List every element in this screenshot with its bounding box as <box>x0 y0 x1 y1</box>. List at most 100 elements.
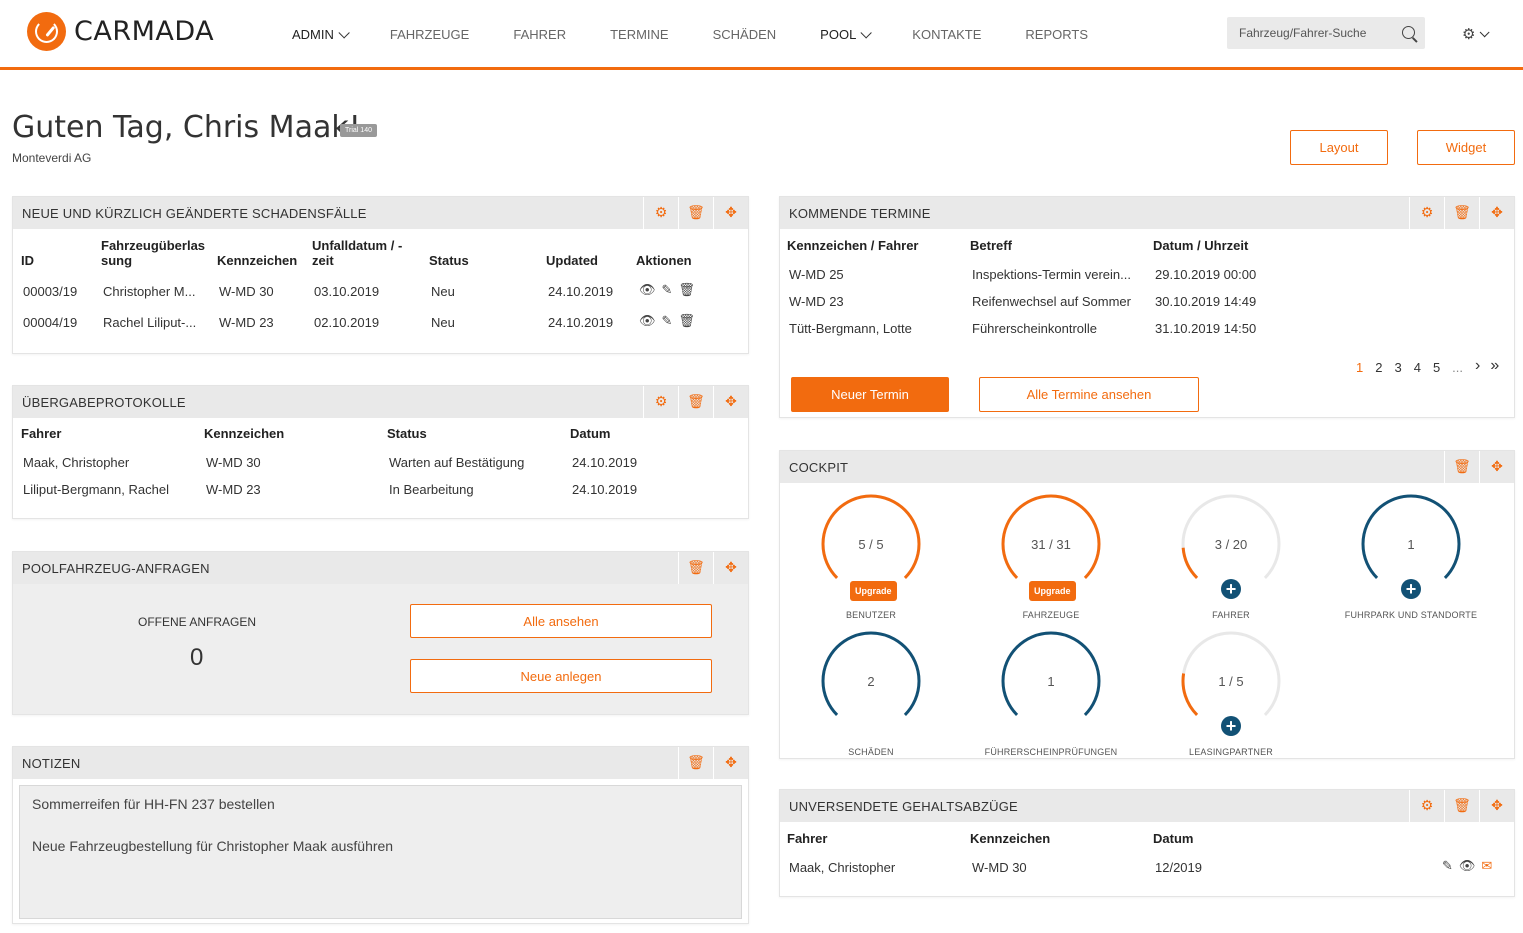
trash-icon[interactable]: 🗑 <box>678 386 713 418</box>
gear-icon[interactable]: ⚙ <box>643 386 678 418</box>
eye-icon[interactable]: 👁 <box>1459 859 1476 874</box>
open-requests-label: OFFENE ANFRAGEN <box>138 615 257 629</box>
widget-header: NOTIZEN 🗑 ✥ <box>13 747 748 779</box>
table-cell: W-MD 23 <box>789 294 844 309</box>
page-link[interactable]: 1 <box>1356 360 1363 375</box>
pencil-icon[interactable]: ✎ <box>662 283 673 298</box>
move-icon[interactable]: ✥ <box>713 197 748 229</box>
layout-button[interactable]: Layout <box>1290 130 1388 165</box>
nav-item-termine[interactable]: TERMINE <box>610 27 669 42</box>
table-cell: 02.10.2019 <box>314 315 380 330</box>
table-cell: 24.10.2019 <box>572 455 638 470</box>
last-page-icon[interactable]: » <box>1490 358 1499 375</box>
search-input[interactable] <box>1227 17 1387 49</box>
settings-menu[interactable]: ⚙ <box>1462 25 1491 43</box>
company-name: Monteverdi AG <box>12 151 92 165</box>
upgrade-button[interactable]: Upgrade <box>850 581 897 601</box>
widget-title: NEUE UND KÜRZLICH GEÄNDERTE SCHADENSFÄLL… <box>22 205 367 221</box>
nav-label: POOL <box>820 27 857 42</box>
gear-icon[interactable]: ⚙ <box>1409 197 1444 229</box>
open-requests-count: 0 <box>190 644 204 671</box>
page-link[interactable]: 3 <box>1394 360 1401 375</box>
widget-header: NEUE UND KÜRZLICH GEÄNDERTE SCHADENSFÄLL… <box>13 197 748 229</box>
new-appointment-button[interactable]: Neuer Termin <box>791 377 949 412</box>
gauge-label: FUHRPARK UND STANDORTE <box>1344 610 1478 620</box>
nav-item-fahrzeuge[interactable]: FAHRZEUGE <box>390 27 469 42</box>
add-driver-icon[interactable]: + <box>1221 579 1241 599</box>
move-icon[interactable]: ✥ <box>1479 197 1514 229</box>
eye-icon[interactable]: 👁 <box>639 314 656 329</box>
move-icon[interactable]: ✥ <box>713 386 748 418</box>
gear-icon[interactable]: ⚙ <box>643 197 678 229</box>
table-cell: W-MD 23 <box>219 315 274 330</box>
trial-badge: Trial 140 <box>340 124 377 137</box>
page-link[interactable]: 2 <box>1375 360 1382 375</box>
nav-item-pool[interactable]: POOL <box>820 26 873 42</box>
page-link[interactable]: 4 <box>1414 360 1421 375</box>
salary-deductions-widget: UNVERSENDETE GEHALTSABZÜGE ⚙ 🗑 ✥ Fahrer … <box>779 789 1515 897</box>
trash-icon[interactable]: 🗑 <box>678 197 713 229</box>
table-cell: W-MD 25 <box>789 267 844 282</box>
upgrade-button[interactable]: Upgrade <box>1029 581 1076 601</box>
trash-icon[interactable]: 🗑 <box>678 314 695 329</box>
table-cell: Maak, Christopher <box>23 455 130 470</box>
column-header: Status <box>429 253 469 268</box>
gauge-value: 2 <box>867 673 875 689</box>
search-icon[interactable] <box>1402 26 1415 39</box>
row-actions: ✎ 👁 ✉ <box>1442 859 1492 874</box>
next-page-icon[interactable]: › <box>1475 358 1480 375</box>
speedometer-icon <box>27 12 66 51</box>
gauge-label: LEASINGPARTNER <box>1189 747 1273 757</box>
trash-icon[interactable]: 🗑 <box>1444 197 1479 229</box>
mail-icon[interactable]: ✉ <box>1481 859 1492 874</box>
widget-header: ÜBERGABEPROTOKOLLE ⚙ 🗑 ✥ <box>13 386 748 418</box>
pencil-icon[interactable]: ✎ <box>662 314 673 329</box>
move-icon[interactable]: ✥ <box>713 747 748 779</box>
nav-item-fahrer[interactable]: FAHRER <box>513 27 566 42</box>
gear-icon[interactable]: ⚙ <box>1409 790 1444 822</box>
page-title: Guten Tag, Chris Maak! <box>12 110 361 145</box>
trash-icon[interactable]: 🗑 <box>678 747 713 779</box>
add-location-icon[interactable]: + <box>1401 579 1421 599</box>
notes-textarea[interactable]: Sommerreifen für HH-FN 237 bestellen Neu… <box>19 785 742 919</box>
trash-icon[interactable]: 🗑 <box>1444 451 1479 483</box>
nav-item-schaeden[interactable]: SCHÄDEN <box>713 27 777 42</box>
widget-header: KOMMENDE TERMINE ⚙ 🗑 ✥ <box>780 197 1514 229</box>
trash-icon[interactable]: 🗑 <box>678 283 695 298</box>
all-appointments-button[interactable]: Alle Termine ansehen <box>979 377 1199 412</box>
table-cell: Warten auf Bestätigung <box>389 455 525 470</box>
eye-icon[interactable]: 👁 <box>639 283 656 298</box>
create-new-button[interactable]: Neue anlegen <box>410 659 712 693</box>
table-cell: In Bearbeitung <box>389 482 474 497</box>
move-icon[interactable]: ✥ <box>1479 451 1514 483</box>
note-item: Sommerreifen für HH-FN 237 bestellen <box>32 796 275 812</box>
table-cell: Maak, Christopher <box>789 860 896 875</box>
trash-icon[interactable]: 🗑 <box>1444 790 1479 822</box>
move-icon[interactable]: ✥ <box>1479 790 1514 822</box>
gauge-label: SCHÄDEN <box>848 747 894 757</box>
page-link[interactable]: 5 <box>1433 360 1440 375</box>
move-icon[interactable]: ✥ <box>713 552 748 584</box>
nav-label: KONTAKTE <box>912 27 982 42</box>
widget-button[interactable]: Widget <box>1417 130 1515 165</box>
nav-item-reports[interactable]: REPORTS <box>1025 27 1088 42</box>
column-header: Fahrer <box>21 426 62 441</box>
nav-item-kontakte[interactable]: KONTAKTE <box>912 27 981 42</box>
pencil-icon[interactable]: ✎ <box>1442 859 1453 874</box>
carmada-logo[interactable]: CARMADA <box>27 12 214 51</box>
gauge-value: 1 <box>1047 673 1055 689</box>
pagination: 1 2 3 4 5 ... › » <box>1356 358 1511 376</box>
add-leasing-partner-icon[interactable]: + <box>1221 716 1241 736</box>
table-cell: 00003/19 <box>23 284 78 299</box>
gauge-label: FAHRZEUGE <box>1022 610 1080 620</box>
column-header: Datum <box>570 426 611 441</box>
column-header: ID <box>21 253 34 268</box>
nav-item-admin[interactable]: ADMIN <box>292 26 350 42</box>
column-header: Kennzeichen <box>217 253 298 268</box>
column-header: Updated <box>546 253 598 268</box>
page-ellipsis: ... <box>1452 360 1464 375</box>
damages-widget: NEUE UND KÜRZLICH GEÄNDERTE SCHADENSFÄLL… <box>12 196 749 354</box>
view-all-button[interactable]: Alle ansehen <box>410 604 712 638</box>
trash-icon[interactable]: 🗑 <box>678 552 713 584</box>
table-cell: 24.10.2019 <box>572 482 638 497</box>
